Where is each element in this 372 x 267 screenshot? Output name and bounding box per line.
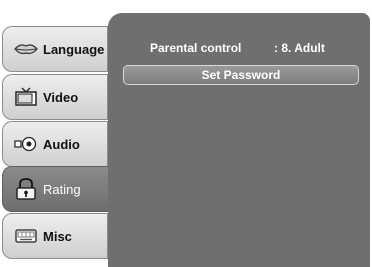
settings-sidebar: Language Video Audio Rating Misc bbox=[0, 0, 112, 267]
tab-video-label: Video bbox=[43, 89, 79, 105]
speaker-icon bbox=[13, 133, 39, 155]
keyboard-icon bbox=[13, 225, 39, 247]
parental-control-row[interactable]: Parental control : 8. Adult bbox=[150, 41, 325, 55]
tab-video[interactable]: Video bbox=[2, 74, 108, 120]
set-password-button[interactable]: Set Password bbox=[123, 65, 359, 85]
tab-audio-label: Audio bbox=[43, 136, 80, 152]
tv-icon bbox=[13, 86, 39, 108]
tab-audio[interactable]: Audio bbox=[2, 121, 108, 167]
tab-misc-label: Misc bbox=[43, 228, 72, 244]
lock-icon bbox=[13, 178, 39, 200]
parental-control-value: : 8. Adult bbox=[274, 41, 325, 55]
tab-language[interactable]: Language bbox=[2, 26, 108, 72]
rating-panel: Parental control : 8. Adult Set Password bbox=[108, 13, 370, 267]
tab-rating-label: Rating bbox=[43, 181, 81, 197]
parental-control-label: Parental control bbox=[150, 41, 242, 55]
tab-language-label: Language bbox=[43, 41, 105, 57]
tab-rating[interactable]: Rating bbox=[2, 166, 112, 212]
tab-misc[interactable]: Misc bbox=[2, 213, 108, 259]
lips-icon bbox=[13, 38, 39, 60]
